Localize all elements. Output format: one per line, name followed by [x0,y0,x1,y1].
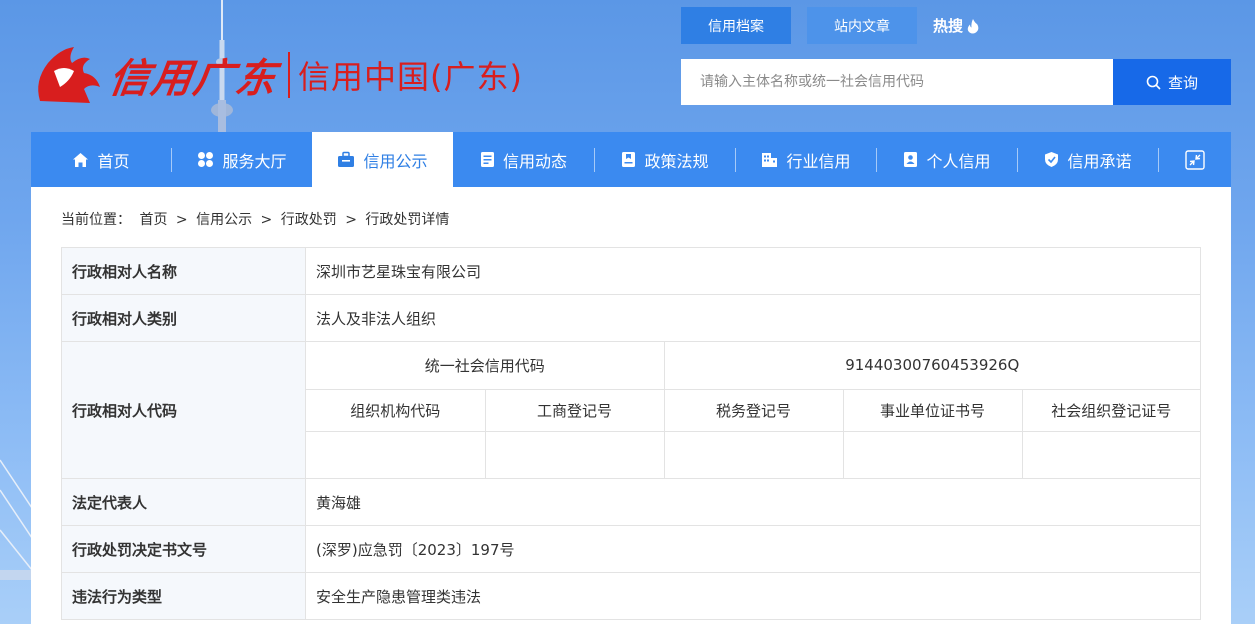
tax-reg-header: 税务登记号 [663,388,844,432]
breadcrumb-home[interactable]: 首页 [139,212,167,228]
main-nav: 首页 服务大厅 信用公示 信用动态 政策法规 行业信用 个人信用 信用承诺 [31,132,1231,187]
inst-cert-value [842,430,1023,478]
nav-label-personal-credit: 个人信用 [926,151,991,171]
search-button-label: 查询 [1167,73,1198,92]
uscc-value: 91440300760453926Q [663,342,1200,390]
inst-cert-header: 事业单位证书号 [842,388,1023,432]
table-row: 行政处罚决定书文号 (深罗)应急罚〔2023〕197号 [61,525,1201,573]
home-icon [72,152,89,168]
field-label: 法定代表人 [61,478,306,526]
shrink-icon [1185,149,1205,170]
breadcrumb-prefix: 当前位置： [61,212,131,228]
tab-credit-archive[interactable]: 信用档案 [681,7,791,44]
field-label: 行政处罚决定书文号 [61,525,306,573]
table-row: 行政相对人类别 法人及非法人组织 [61,294,1201,342]
social-org-value [1021,430,1200,478]
nav-label-credit-disclosure: 信用公示 [363,151,428,171]
hot-search-label: 热搜 [933,17,964,35]
breadcrumb-current: 行政处罚详情 [365,212,450,228]
shield-check-icon [1044,151,1059,168]
document-icon [480,151,495,168]
code-subtable: 统一社会信用代码 91440300760453926Q 组织机构代码 工商登记号… [306,342,1200,478]
org-code-value [306,430,486,478]
table-row: 违法行为类型 安全生产隐患管理类违法 [61,572,1201,620]
brand-emblem-icon [38,47,100,103]
breadcrumb-credit-disclosure[interactable]: 信用公示 [196,212,252,228]
field-value: 黄海雄 [305,478,1201,526]
nav-label-credit-news: 信用动态 [502,151,567,171]
table-row [306,430,1200,478]
uscc-header: 统一社会信用代码 [306,342,665,390]
brand-script-text: 信用广东 [106,55,281,102]
biz-reg-header: 工商登记号 [484,388,665,432]
site-logo[interactable]: 信用广东 信用中国(广东) [30,40,530,110]
org-code-header: 组织机构代码 [306,388,486,432]
breadcrumb-admin-penalty[interactable]: 行政处罚 [281,212,337,228]
nav-label-industry-credit: 行业信用 [786,151,851,171]
nav-label-home: 首页 [97,151,130,171]
nav-item-credit-pledge[interactable]: 信用承诺 [1018,132,1158,187]
table-row: 法定代表人 黄海雄 [61,478,1201,526]
tax-reg-value [663,430,844,478]
nav-item-industry-credit[interactable]: 行业信用 [736,132,876,187]
search-bar: 查询 [681,59,1231,105]
tab-site-articles[interactable]: 站内文章 [807,7,917,44]
search-input[interactable] [681,59,1113,105]
field-value: (深罗)应急罚〔2023〕197号 [305,525,1201,573]
search-icon [1146,75,1161,90]
field-label: 行政相对人名称 [61,247,306,295]
id-card-icon [903,151,918,168]
hot-search[interactable]: 热搜 [933,15,980,36]
content-panel: 当前位置： 首页 > 信用公示 > 行政处罚 > 行政处罚详情 行政相对人名称 … [31,187,1231,624]
field-value: 法人及非法人组织 [305,294,1201,342]
brand-separator [288,52,290,98]
breadcrumb-sep: > [175,212,188,228]
nav-item-credit-news[interactable]: 信用动态 [453,132,594,187]
field-value: 深圳市艺星珠宝有限公司 [305,247,1201,295]
nav-label-policies: 政策法规 [644,151,709,171]
nav-item-personal-credit[interactable]: 个人信用 [877,132,1017,187]
field-value: 安全生产隐患管理类违法 [305,572,1201,620]
field-label: 行政相对人类别 [61,294,306,342]
flame-icon [967,18,979,33]
top-tabs: 信用档案 站内文章 热搜 [681,7,980,44]
biz-reg-value [484,430,665,478]
brand-subtitle: 信用中国(广东) [298,58,523,96]
building-icon [761,151,778,168]
penalty-detail-table: 行政相对人名称 深圳市艺星珠宝有限公司 行政相对人类别 法人及非法人组织 行政相… [61,247,1201,620]
field-label: 违法行为类型 [61,572,306,620]
breadcrumb: 当前位置： 首页 > 信用公示 > 行政处罚 > 行政处罚详情 [61,209,453,229]
table-row: 统一社会信用代码 91440300760453926Q [306,342,1200,390]
search-button[interactable]: 查询 [1113,59,1231,105]
briefcase-icon [337,151,355,168]
nav-item-home[interactable]: 首页 [31,132,171,187]
breadcrumb-sep: > [260,212,273,228]
book-icon [621,151,636,168]
nav-item-policies[interactable]: 政策法规 [595,132,735,187]
nav-label-service-hall: 服务大厅 [222,151,287,171]
nav-item-credit-disclosure[interactable]: 信用公示 [312,132,453,187]
field-label: 行政相对人代码 [61,341,306,479]
breadcrumb-sep: > [345,212,357,228]
table-row: 行政相对人名称 深圳市艺星珠宝有限公司 [61,247,1201,295]
grid-icon [197,151,214,168]
table-row: 组织机构代码 工商登记号 税务登记号 事业单位证书号 社会组织登记证号 [306,388,1200,432]
code-subtable-cell: 统一社会信用代码 91440300760453926Q 组织机构代码 工商登记号… [305,341,1201,479]
nav-expand-toggle[interactable] [1159,132,1231,187]
table-row: 行政相对人代码 统一社会信用代码 91440300760453926Q 组织机构… [61,341,1201,479]
social-org-header: 社会组织登记证号 [1021,388,1200,432]
nav-label-credit-pledge: 信用承诺 [1067,151,1132,171]
nav-item-service-hall[interactable]: 服务大厅 [172,132,312,187]
